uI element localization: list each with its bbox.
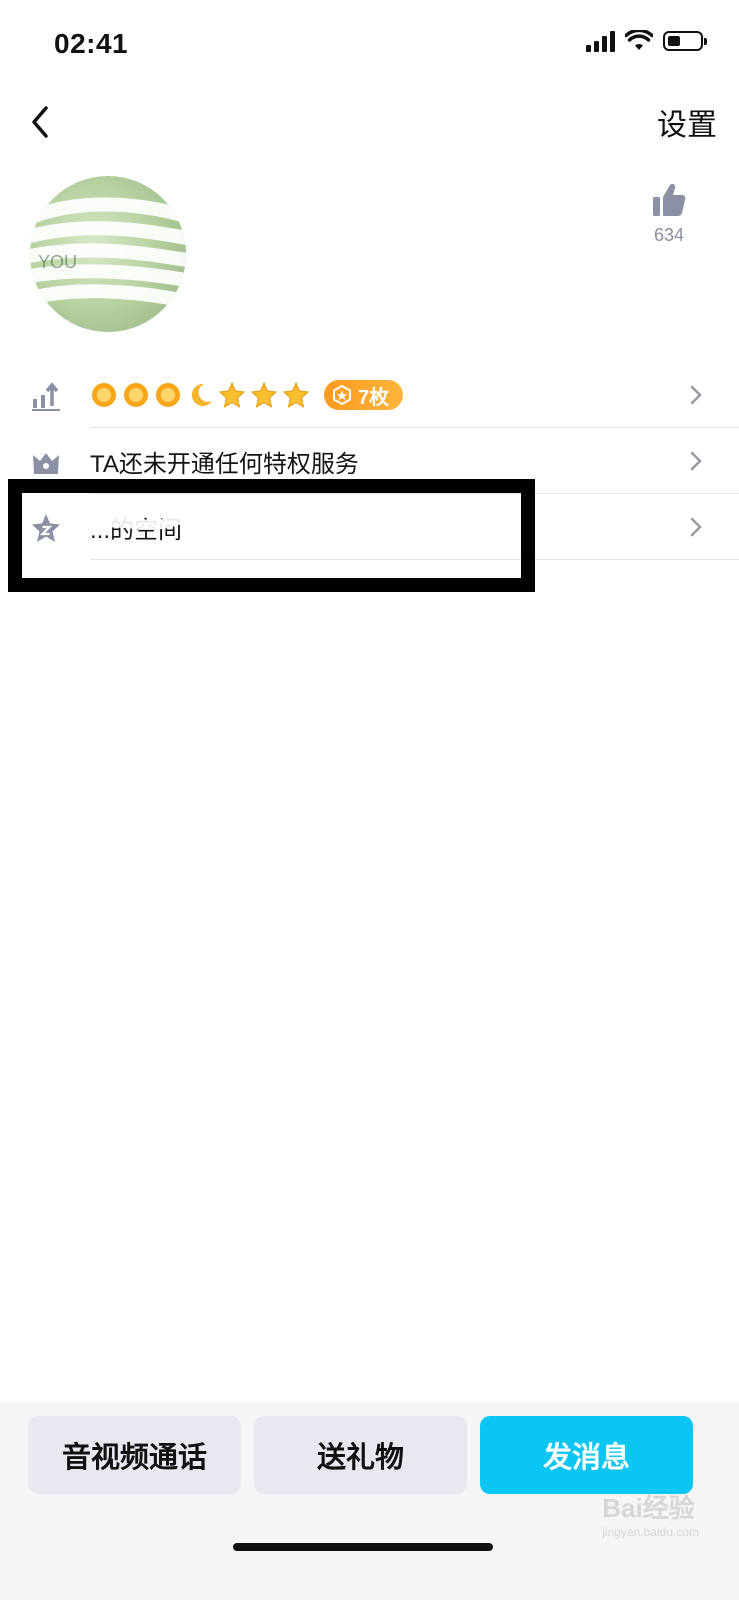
badge-count-label: 7枚 <box>358 386 390 409</box>
sun-badge-icon <box>92 383 116 407</box>
battery-icon <box>663 31 707 51</box>
send-gift-button[interactable]: 送礼物 <box>254 1416 467 1494</box>
send-message-button[interactable]: 发消息 <box>480 1416 693 1494</box>
avatar[interactable]: YOU <box>30 176 186 332</box>
status-time: 02:41 <box>54 28 129 59</box>
level-badges: 7枚 <box>90 362 404 428</box>
status-bar: 02:41 <box>0 0 739 90</box>
sun-badge-icon <box>156 383 180 407</box>
chevron-right-icon <box>690 517 702 537</box>
svg-text:YOU: YOU <box>38 252 77 272</box>
profile-info-list: 7枚 TA还未开通任何特权服务 ...的空间 <box>0 362 739 560</box>
av-call-button[interactable]: 音视频通话 <box>28 1416 241 1494</box>
like-count: 634 <box>653 225 685 245</box>
hexagon-star-icon <box>333 385 351 405</box>
star-badge-icon <box>218 381 246 409</box>
thumbs-up-icon <box>653 184 686 216</box>
settings-button[interactable]: 设置 <box>657 100 717 144</box>
space-label: ...的空间 <box>90 516 183 544</box>
cellular-signal-icon <box>586 30 615 52</box>
watermark: Bai经验 jingyan.baidu.com <box>602 1488 699 1539</box>
like-button[interactable]: 634 <box>639 182 699 246</box>
sun-badge-icon <box>124 383 148 407</box>
watermark-brand: Bai经验 <box>602 1493 695 1523</box>
chevron-left-icon <box>32 106 48 138</box>
redaction-scribble: YOU <box>30 197 186 307</box>
wifi-icon <box>625 30 653 50</box>
crown-icon <box>33 453 59 474</box>
level-row[interactable]: 7枚 <box>0 362 739 428</box>
watermark-url: jingyan.baidu.com <box>602 1525 699 1539</box>
space-row[interactable]: ...的空间 <box>0 494 739 560</box>
chevron-right-icon <box>690 451 702 471</box>
star-badge-icon <box>282 381 310 409</box>
divider <box>90 559 739 560</box>
privilege-label: TA还未开通任何特权服务 <box>90 450 359 478</box>
moon-badge-icon <box>191 383 212 406</box>
level-chart-icon <box>32 382 60 411</box>
chevron-right-icon <box>690 385 702 405</box>
qzone-star-icon <box>32 514 60 542</box>
back-button[interactable] <box>22 98 62 142</box>
status-icons <box>586 30 707 52</box>
nav-bar: 设置 <box>0 90 739 150</box>
privilege-row[interactable]: TA还未开通任何特权服务 <box>0 428 739 494</box>
profile-header: YOU 634 <box>0 168 739 338</box>
badge-count: 7枚 <box>324 380 404 410</box>
home-indicator[interactable] <box>233 1543 493 1551</box>
star-badge-icon <box>250 381 278 409</box>
